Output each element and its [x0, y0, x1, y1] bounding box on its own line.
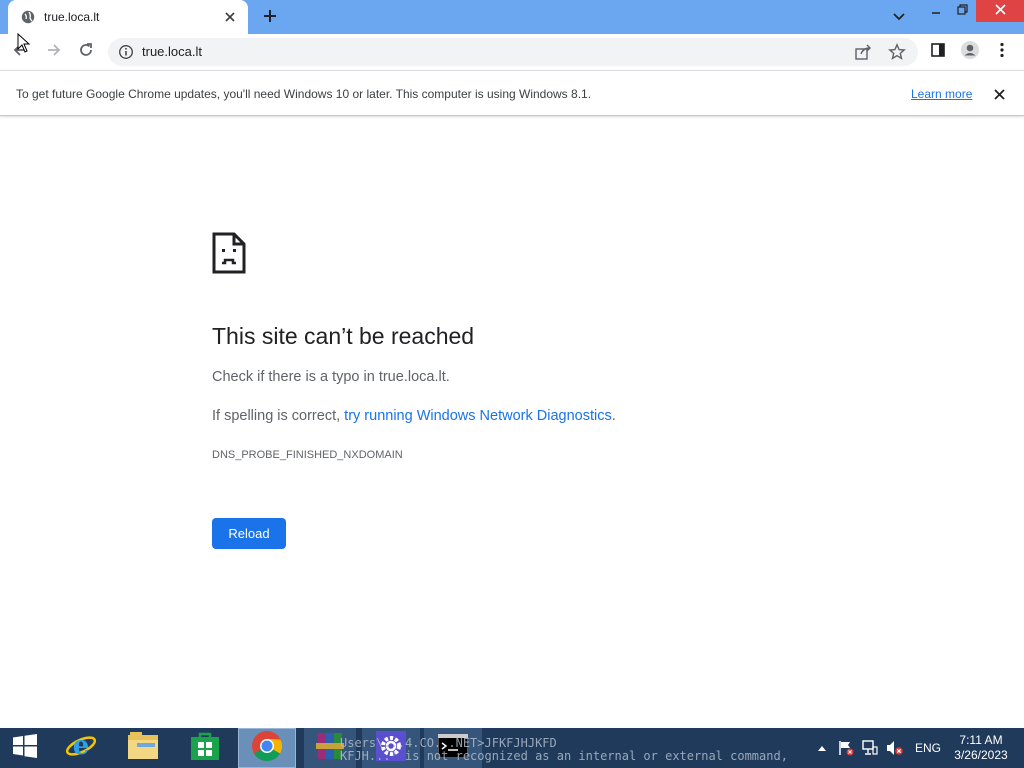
taskbar-settings[interactable]	[362, 728, 420, 768]
side-panel-icon	[930, 42, 946, 63]
mouse-cursor	[17, 32, 31, 53]
minimize-icon	[931, 2, 941, 20]
diagnostics-suffix: .	[611, 408, 616, 424]
taskbar-internet-explorer[interactable]: e	[58, 728, 104, 768]
infobar-message: To get future Google Chrome updates, you…	[16, 87, 592, 101]
show-hidden-icons[interactable]	[814, 728, 830, 768]
share-icon[interactable]	[854, 43, 872, 61]
diagnostics-prefix: If spelling is correct,	[212, 408, 345, 424]
update-infobar: To get future Google Chrome updates, you…	[0, 70, 1024, 116]
address-url: true.loca.lt	[142, 44, 202, 59]
cmd-icon	[437, 733, 469, 763]
taskbar-store[interactable]	[182, 728, 228, 768]
windows-start-icon	[12, 733, 38, 763]
settings-icon	[376, 730, 406, 766]
forward-button[interactable]	[40, 38, 68, 66]
minimize-button[interactable]	[924, 0, 948, 22]
svg-text:e: e	[73, 731, 90, 761]
forward-icon	[46, 42, 62, 63]
volume-muted-icon[interactable]	[884, 728, 906, 768]
typo-hint: Check if there is a typo in true.loca.lt…	[212, 369, 450, 385]
network-icon[interactable]	[860, 728, 880, 768]
profile-icon	[960, 40, 980, 65]
reload-icon	[78, 42, 94, 63]
plus-icon	[263, 9, 277, 28]
sad-page-icon	[212, 232, 246, 274]
new-tab-button[interactable]	[258, 6, 282, 30]
tab-search-button[interactable]	[888, 6, 910, 28]
taskbar-file-explorer[interactable]	[120, 728, 166, 768]
clock-date: 3/26/2023	[954, 748, 1008, 762]
error-code: DNS_PROBE_FINISHED_NXDOMAIN	[212, 449, 403, 461]
close-icon[interactable]	[990, 85, 1008, 103]
network-diagnostics-link[interactable]: try running Windows Network Diagnostics	[344, 408, 612, 424]
globe-icon	[20, 9, 36, 25]
star-icon[interactable]	[888, 43, 906, 61]
system-clock[interactable]: 7:11 AM 3/26/2023	[950, 733, 1012, 763]
window-close-button[interactable]	[976, 0, 1024, 22]
info-icon[interactable]	[118, 44, 134, 60]
winrar-icon	[314, 730, 346, 767]
error-title: This site can’t be reached	[212, 323, 475, 349]
reload-button[interactable]: Reload	[212, 518, 286, 549]
reload-toolbar-button[interactable]	[72, 38, 100, 66]
chrome-icon	[251, 730, 283, 767]
taskbar-chrome[interactable]	[238, 728, 296, 768]
diagnostics-hint: If spelling is correct, try running Wind…	[212, 408, 616, 424]
side-panel-button[interactable]	[924, 38, 952, 66]
browser-tab[interactable]: true.loca.lt	[8, 0, 248, 34]
taskbar-winrar[interactable]	[304, 728, 356, 768]
close-icon[interactable]	[222, 9, 238, 25]
language-label: ENG	[914, 741, 941, 755]
flag-icon[interactable]	[836, 728, 856, 768]
taskbar: e Users\...4.CO...NET>JFKFJHJKFD KFJH...…	[0, 728, 1024, 768]
chevron-down-icon	[893, 8, 905, 26]
store-icon	[190, 731, 220, 766]
file-explorer-icon	[127, 731, 159, 765]
learn-more-link[interactable]: Learn more	[911, 87, 972, 101]
more-icon	[1000, 42, 1004, 63]
restore-icon	[956, 2, 968, 20]
clock-time: 7:11 AM	[959, 733, 1003, 747]
close-icon	[994, 2, 1006, 20]
tab-strip: true.loca.lt	[0, 0, 1024, 34]
restore-button[interactable]	[950, 0, 974, 22]
taskbar-command-prompt[interactable]	[424, 728, 482, 768]
language-indicator[interactable]: ENG	[910, 728, 946, 768]
start-button[interactable]	[0, 728, 50, 768]
menu-button[interactable]	[988, 38, 1016, 66]
address-bar[interactable]: true.loca.lt	[108, 38, 918, 66]
browser-toolbar: true.loca.lt	[0, 34, 1024, 70]
internet-explorer-icon: e	[65, 730, 97, 767]
profile-button[interactable]	[956, 38, 984, 66]
tab-title: true.loca.lt	[44, 10, 100, 24]
